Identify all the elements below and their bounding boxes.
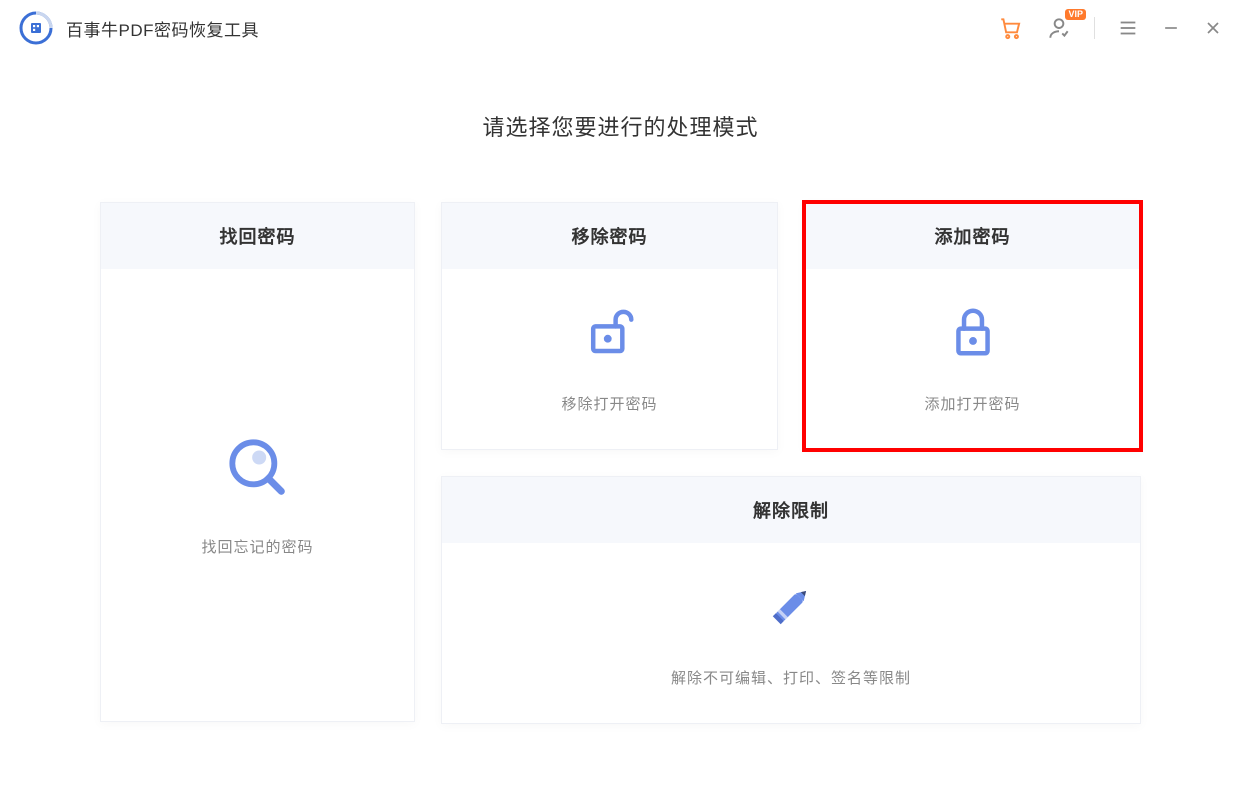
card-add-password[interactable]: 添加密码 添加打开密码 xyxy=(804,202,1141,450)
card-desc: 添加打开密码 xyxy=(924,393,1020,414)
card-desc: 找回忘记的密码 xyxy=(201,536,313,557)
magnifier-icon xyxy=(223,433,293,508)
titlebar-actions: VIP xyxy=(998,15,1223,41)
main-area: 请选择您要进行的处理模式 找回密码 找回忘记的密码 xyxy=(0,56,1241,724)
card-desc: 移除打开密码 xyxy=(561,393,657,414)
card-remove-restriction[interactable]: 解除限制 解除不可编辑、打印、签名等 xyxy=(441,476,1141,724)
app-logo-icon xyxy=(18,10,54,46)
divider xyxy=(1094,17,1095,39)
page-heading: 请选择您要进行的处理模式 xyxy=(0,110,1241,142)
app-title: 百事牛PDF密码恢复工具 xyxy=(66,16,259,41)
card-remove-password[interactable]: 移除密码 移除打开密码 xyxy=(441,202,778,450)
vip-badge: VIP xyxy=(1065,9,1086,20)
minimize-icon[interactable] xyxy=(1161,18,1181,38)
card-desc: 解除不可编辑、打印、签名等限制 xyxy=(671,667,911,688)
card-recover-password[interactable]: 找回密码 找回忘记的密码 xyxy=(100,202,415,722)
mode-card-grid: 找回密码 找回忘记的密码 移除密码 xyxy=(0,202,1241,724)
card-title: 添加密码 xyxy=(805,203,1140,269)
menu-icon[interactable] xyxy=(1117,17,1139,39)
card-title: 移除密码 xyxy=(442,203,777,269)
cart-icon[interactable] xyxy=(998,15,1024,41)
user-icon[interactable]: VIP xyxy=(1046,15,1072,41)
card-title: 解除限制 xyxy=(442,477,1140,543)
lock-icon xyxy=(945,304,1001,365)
close-icon[interactable] xyxy=(1203,18,1223,38)
pencil-icon xyxy=(763,578,819,639)
unlock-icon xyxy=(582,304,638,365)
titlebar: 百事牛PDF密码恢复工具 VIP xyxy=(0,0,1241,56)
card-title: 找回密码 xyxy=(101,203,414,269)
